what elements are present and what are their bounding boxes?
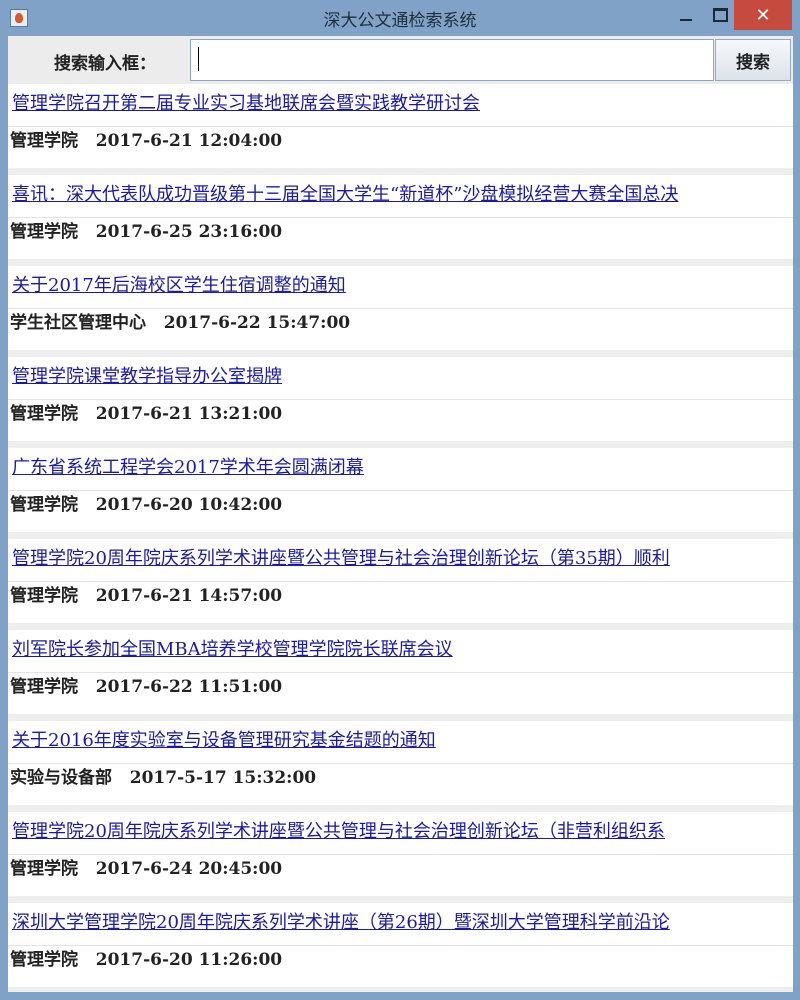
item-separator	[8, 805, 793, 812]
result-datetime: 2017-6-21 14:57:00	[95, 586, 283, 606]
result-datetime: 2017-6-21 12:04:00	[95, 131, 283, 151]
result-department: 管理学院	[10, 404, 78, 424]
result-item: 管理学院课堂教学指导办公室揭牌 管理学院 2017-6-21 13:21:00	[8, 357, 793, 441]
row-divider	[8, 490, 793, 491]
result-department: 管理学院	[10, 950, 78, 970]
row-divider	[8, 399, 793, 400]
row-divider	[8, 672, 793, 673]
row-divider	[8, 581, 793, 582]
close-icon: ✕	[755, 4, 771, 26]
result-item: 刘军院长参加全国MBA培养学校管理学院院长联席会议 管理学院 2017-6-22 …	[8, 630, 793, 714]
item-separator	[8, 168, 793, 175]
maximize-button[interactable]	[706, 0, 734, 30]
result-item: 广东省系统工程学会2017学术年会圆满闭幕 管理学院 2017-6-20 10:4…	[8, 448, 793, 532]
result-meta: 管理学院 2017-6-21 13:21:00	[10, 402, 282, 426]
item-separator	[8, 896, 793, 903]
result-meta: 管理学院 2017-6-22 11:51:00	[10, 675, 282, 699]
result-meta: 学生社区管理中心 2017-6-22 15:47:00	[10, 311, 350, 335]
item-separator	[8, 532, 793, 539]
result-department: 管理学院	[10, 859, 78, 879]
result-item: 深圳大学管理学院20周年院庆系列学术讲座（第26期）暨深圳大学管理科学前沿论 管理…	[8, 903, 793, 987]
result-meta: 管理学院 2017-6-21 14:57:00	[10, 584, 282, 608]
result-department: 管理学院	[10, 131, 78, 151]
title-bar[interactable]: 深大公文通检索系统 ✕	[0, 0, 800, 36]
row-divider	[8, 308, 793, 309]
result-meta: 实验与设备部 2017-5-17 15:32:00	[10, 766, 316, 790]
result-title-link[interactable]: 刘军院长参加全国MBA培养学校管理学院院长联席会议	[12, 638, 791, 662]
result-item: 管理学院20周年院庆系列学术讲座暨公共管理与社会治理创新论坛（非营利组织系 管理学…	[8, 812, 793, 896]
result-meta: 管理学院 2017-6-24 20:45:00	[10, 857, 282, 881]
result-department: 管理学院	[10, 586, 78, 606]
result-meta: 管理学院 2017-6-25 23:16:00	[10, 220, 282, 244]
result-datetime: 2017-6-20 11:26:00	[95, 950, 283, 970]
search-bar: 搜索输入框： 搜索	[8, 36, 793, 84]
result-department: 学生社区管理中心	[10, 313, 146, 333]
item-separator	[8, 987, 793, 992]
result-item: 关于2017年后海校区学生住宿调整的通知 学生社区管理中心 2017-6-22 1…	[8, 266, 793, 350]
result-title-link[interactable]: 广东省系统工程学会2017学术年会圆满闭幕	[12, 456, 791, 480]
result-title-link[interactable]: 关于2017年后海校区学生住宿调整的通知	[12, 274, 791, 298]
minimize-button[interactable]	[666, 0, 706, 30]
result-title-link[interactable]: 关于2016年度实验室与设备管理研究基金结题的通知	[12, 729, 791, 753]
result-datetime: 2017-5-17 15:32:00	[129, 768, 317, 788]
result-title-link[interactable]: 管理学院20周年院庆系列学术讲座暨公共管理与社会治理创新论坛（非营利组织系	[12, 820, 791, 844]
item-separator	[8, 441, 793, 448]
text-caret	[198, 47, 199, 71]
close-button[interactable]: ✕	[734, 0, 792, 30]
client-area: 搜索输入框： 搜索 管理学院召开第二届专业实习基地联席会暨实践教学研讨会 管理学院…	[8, 36, 793, 992]
result-item: 喜讯：深大代表队成功晋级第十三届全国大学生“新道杯”沙盘模拟经营大赛全国总决 管理…	[8, 175, 793, 259]
app-window: 深大公文通检索系统 ✕ 搜索输入框： 搜索 管理学院召开第二届专业实习基地联席会…	[0, 0, 800, 1000]
result-item: 管理学院召开第二届专业实习基地联席会暨实践教学研讨会 管理学院 2017-6-21…	[8, 84, 793, 168]
row-divider	[8, 854, 793, 855]
result-meta: 管理学院 2017-6-20 11:26:00	[10, 948, 282, 972]
result-meta: 管理学院 2017-6-21 12:04:00	[10, 129, 282, 153]
maximize-icon	[712, 8, 728, 22]
result-datetime: 2017-6-20 10:42:00	[95, 495, 283, 515]
result-department: 管理学院	[10, 222, 78, 242]
result-department: 管理学院	[10, 495, 78, 515]
result-title-link[interactable]: 管理学院召开第二届专业实习基地联席会暨实践教学研讨会	[12, 92, 791, 116]
result-department: 管理学院	[10, 677, 78, 697]
result-title-link[interactable]: 深圳大学管理学院20周年院庆系列学术讲座（第26期）暨深圳大学管理科学前沿论	[12, 911, 791, 935]
row-divider	[8, 126, 793, 127]
result-datetime: 2017-6-25 23:16:00	[95, 222, 283, 242]
result-item: 关于2016年度实验室与设备管理研究基金结题的通知 实验与设备部 2017-5-1…	[8, 721, 793, 805]
result-item: 管理学院20周年院庆系列学术讲座暨公共管理与社会治理创新论坛（第35期）顺利 管理…	[8, 539, 793, 623]
row-divider	[8, 763, 793, 764]
search-button[interactable]: 搜索	[715, 39, 791, 81]
item-separator	[8, 350, 793, 357]
minimize-icon	[680, 19, 692, 21]
result-meta: 管理学院 2017-6-20 10:42:00	[10, 493, 282, 517]
result-title-link[interactable]: 喜讯：深大代表队成功晋级第十三届全国大学生“新道杯”沙盘模拟经营大赛全国总决	[12, 183, 791, 207]
result-datetime: 2017-6-22 11:51:00	[95, 677, 283, 697]
item-separator	[8, 623, 793, 630]
item-separator	[8, 714, 793, 721]
result-datetime: 2017-6-21 13:21:00	[95, 404, 283, 424]
result-datetime: 2017-6-24 20:45:00	[95, 859, 283, 879]
search-label: 搜索输入框：	[54, 54, 156, 74]
result-department: 实验与设备部	[10, 768, 112, 788]
item-separator	[8, 259, 793, 266]
result-datetime: 2017-6-22 15:47:00	[163, 313, 351, 333]
result-title-link[interactable]: 管理学院课堂教学指导办公室揭牌	[12, 365, 791, 389]
result-title-link[interactable]: 管理学院20周年院庆系列学术讲座暨公共管理与社会治理创新论坛（第35期）顺利	[12, 547, 791, 571]
row-divider	[8, 945, 793, 946]
search-input[interactable]	[190, 39, 714, 81]
row-divider	[8, 217, 793, 218]
